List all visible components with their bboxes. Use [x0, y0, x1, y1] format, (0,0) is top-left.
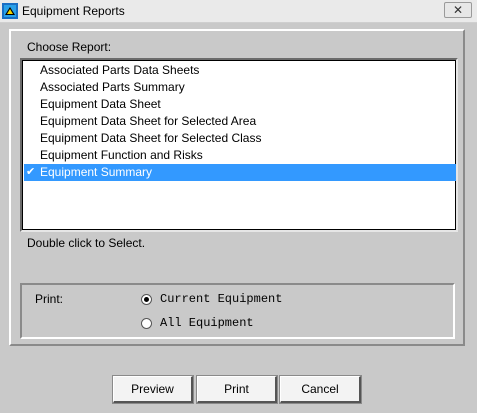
- print-button[interactable]: Print: [196, 375, 278, 404]
- list-item-label: Equipment Function and Risks: [40, 148, 203, 162]
- list-item[interactable]: Equipment Data Sheet for Selected Class: [24, 130, 456, 147]
- list-item-label: Equipment Summary: [40, 165, 153, 179]
- app-icon: [2, 3, 18, 19]
- radio-button-checked[interactable]: [141, 294, 152, 305]
- preview-button[interactable]: Preview: [112, 375, 194, 404]
- cancel-button[interactable]: Cancel: [279, 375, 362, 404]
- list-item-label: Equipment Data Sheet for Selected Area: [40, 114, 257, 128]
- list-item[interactable]: Equipment Data Sheet: [24, 96, 456, 113]
- report-listbox[interactable]: Associated Parts Data Sheets Associated …: [20, 58, 458, 232]
- radio-button[interactable]: [141, 318, 152, 329]
- list-item-label: Associated Parts Data Sheets: [40, 63, 200, 77]
- list-item[interactable]: Equipment Data Sheet for Selected Area: [24, 113, 456, 130]
- list-item[interactable]: Associated Parts Data Sheets: [24, 62, 456, 79]
- checkmark-icon: ✔: [26, 166, 36, 178]
- select-hint: Double click to Select.: [27, 236, 146, 250]
- list-item-label: Equipment Data Sheet: [40, 97, 161, 111]
- list-item[interactable]: Associated Parts Summary: [24, 79, 456, 96]
- list-item-selected[interactable]: ✔ Equipment Summary: [24, 164, 456, 181]
- close-icon: ✕: [452, 3, 464, 17]
- print-label: Print:: [35, 292, 64, 306]
- list-item[interactable]: Equipment Function and Risks: [24, 147, 456, 164]
- choose-report-label: Choose Report:: [27, 40, 112, 54]
- title-bar: Equipment Reports ✕: [0, 0, 477, 23]
- radio-label: All Equipment: [160, 316, 254, 330]
- window-title: Equipment Reports: [22, 4, 125, 18]
- list-item-label: Equipment Data Sheet for Selected Class: [40, 131, 262, 145]
- list-item-label: Associated Parts Summary: [40, 80, 185, 94]
- close-button[interactable]: ✕: [444, 2, 472, 18]
- radio-label: Current Equipment: [160, 292, 283, 306]
